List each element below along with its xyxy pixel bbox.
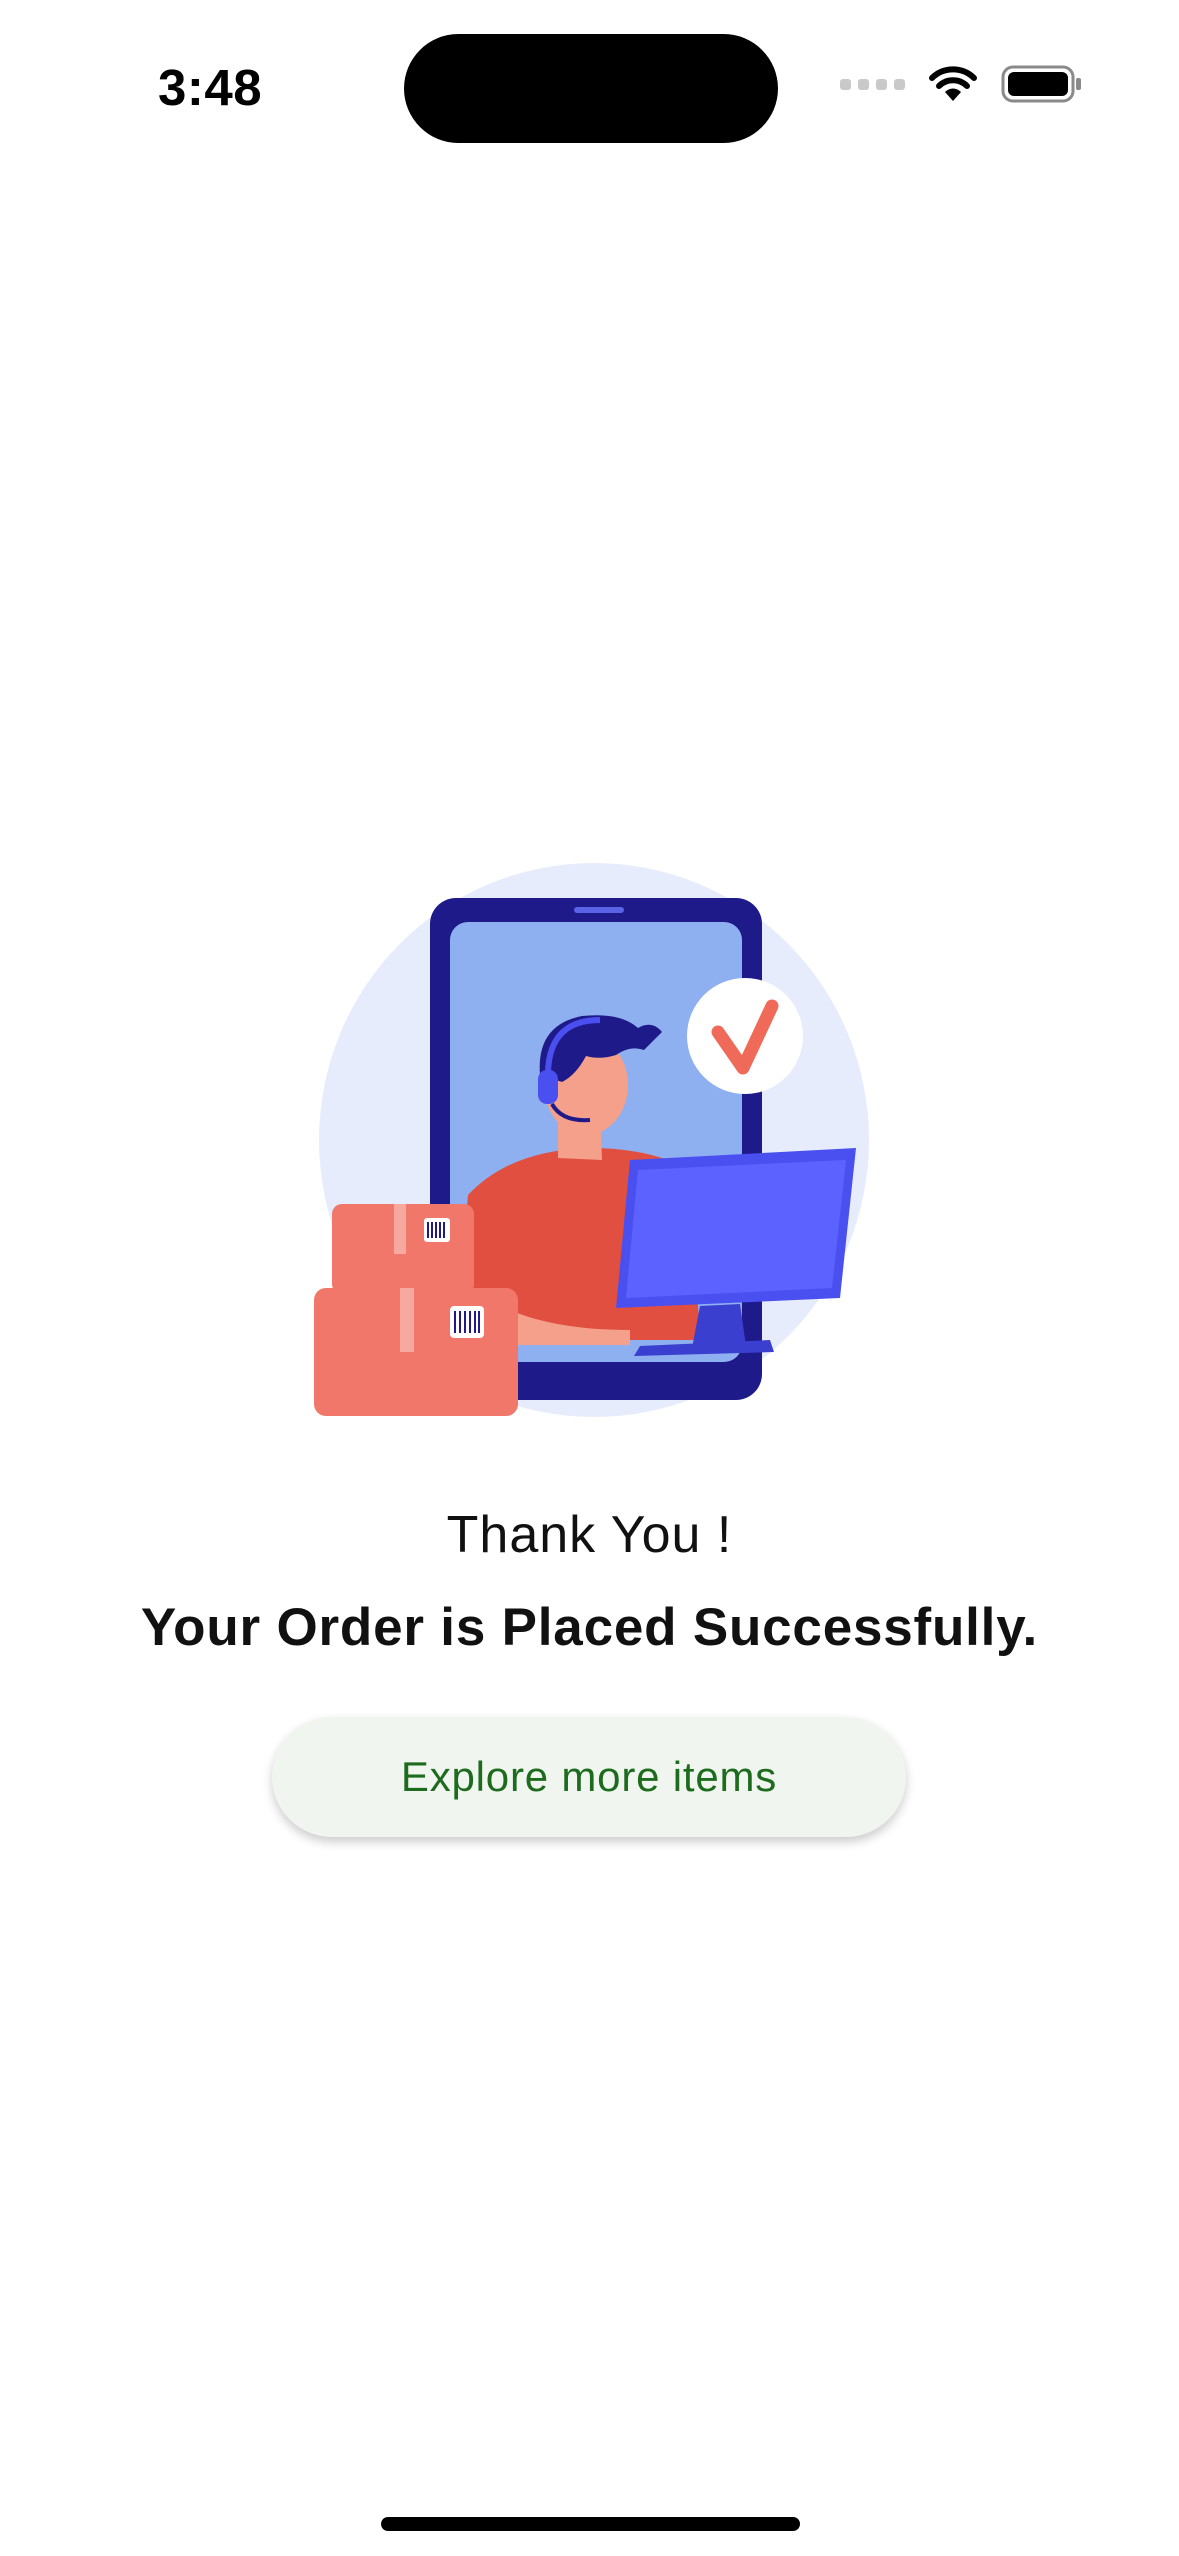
wifi-icon [929, 66, 977, 101]
thank-you-heading: Thank You ! [446, 1506, 733, 1564]
check-bubble [687, 978, 803, 1094]
explore-more-items-button[interactable]: Explore more items [272, 1717, 906, 1837]
dynamic-island [404, 34, 778, 143]
headset-icon [538, 1070, 558, 1104]
order-success-message: Your Order is Placed Successfully. [140, 1598, 1039, 1657]
status-icons [840, 64, 1083, 104]
order-success-illustration [314, 863, 869, 1417]
home-indicator[interactable] [381, 2517, 800, 2531]
package-box-bottom [314, 1288, 518, 1416]
status-time: 3:48 [158, 59, 263, 116]
battery-icon [1001, 65, 1081, 103]
signal-dots-icon [840, 78, 905, 90]
